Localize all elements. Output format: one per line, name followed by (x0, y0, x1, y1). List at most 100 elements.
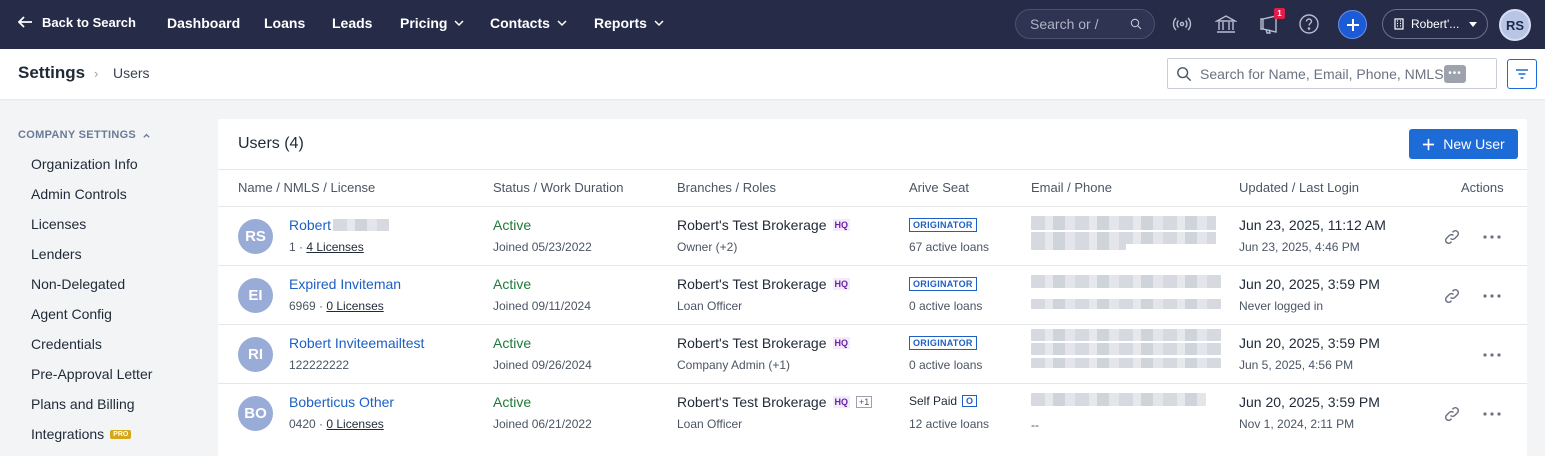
sidebar-item-plans-and-billing[interactable]: Plans and Billing (31, 396, 135, 412)
nav-reports[interactable]: Reports (594, 15, 665, 31)
nav-leads[interactable]: Leads (332, 15, 372, 31)
breadcrumb-current: Users (113, 65, 150, 81)
more-icon[interactable] (1481, 345, 1503, 365)
chevron-down-icon (557, 20, 567, 27)
active-loans: 67 active loans (909, 240, 990, 254)
page-header: Settings › Users ••• (0, 49, 1545, 99)
nav-loans[interactable]: Loans (264, 15, 305, 31)
hq-badge: HQ (832, 219, 850, 231)
seat-label: Self Paid (909, 394, 958, 408)
sidebar-section-company-settings[interactable]: COMPANY SETTINGS (18, 129, 151, 141)
hq-badge: HQ (832, 278, 850, 290)
breadcrumb-settings[interactable]: Settings (18, 63, 85, 83)
licenses-link[interactable]: 0 Licenses (326, 299, 383, 313)
column-header-seat[interactable]: Arive Seat (909, 180, 969, 195)
user-avatar[interactable]: RS (1499, 9, 1531, 41)
broadcast-icon[interactable] (1171, 13, 1193, 35)
avatar: RS (238, 219, 273, 254)
seat-text: Self Paid O (909, 394, 978, 408)
nav-dashboard[interactable]: Dashboard (167, 15, 240, 31)
column-header-actions: Actions (1461, 180, 1504, 195)
nav-label: Dashboard (167, 15, 241, 31)
licenses-link[interactable]: 4 Licenses (306, 240, 363, 254)
user-name-link[interactable]: Robert (289, 217, 390, 233)
user-name-link[interactable]: Robert Inviteemailtest (289, 335, 424, 351)
sidebar-item-licenses[interactable]: Licenses (31, 216, 86, 232)
table-row[interactable]: BO Boberticus Other 0420 · 0 Licenses Ac… (218, 383, 1527, 442)
avatar: EI (238, 278, 273, 313)
column-header-name[interactable]: Name / NMLS / License (238, 180, 375, 195)
nav-contacts[interactable]: Contacts (490, 15, 568, 31)
table-row[interactable]: EI Expired Inviteman 6969 · 0 Licenses A… (218, 265, 1527, 324)
table-row[interactable]: RS Robert 1 · 4 Licenses Active Joined 0… (218, 206, 1527, 265)
seat-badge: O (962, 395, 978, 407)
organization-name: Robert'... (1411, 17, 1460, 31)
joined-date: Joined 05/23/2022 (493, 240, 592, 254)
bank-icon[interactable] (1215, 13, 1237, 35)
column-header-branches[interactable]: Branches / Roles (677, 180, 776, 195)
search-icon (1130, 18, 1142, 30)
sidebar-item-non-delegated[interactable]: Non-Delegated (31, 276, 125, 292)
building-icon (1394, 18, 1404, 30)
filter-icon (1516, 69, 1528, 79)
sidebar-item-admin-controls[interactable]: Admin Controls (31, 186, 127, 202)
extra-branches-badge[interactable]: +1 (856, 396, 873, 408)
branch-label: Robert's Test Brokerage (677, 276, 827, 292)
sidebar-item-label: Integrations (31, 426, 105, 442)
new-user-button[interactable]: New User (1409, 129, 1518, 159)
global-search[interactable] (1015, 9, 1155, 39)
avatar: RI (238, 337, 273, 372)
link-icon[interactable] (1442, 404, 1462, 424)
back-to-search-link[interactable]: Back to Search (16, 13, 136, 31)
sidebar-item-integrations[interactable]: Integrations PRO (31, 426, 132, 442)
user-name-link[interactable]: Expired Inviteman (289, 276, 401, 292)
arrow-left-icon (17, 16, 32, 28)
column-header-email[interactable]: Email / Phone (1031, 180, 1112, 195)
redacted-phone (1031, 299, 1221, 309)
sidebar-section-label: COMPANY SETTINGS (18, 129, 137, 141)
redacted-name (333, 219, 390, 231)
sidebar-item-label: Non-Delegated (31, 276, 126, 292)
hq-badge: HQ (832, 337, 850, 349)
nav-label: Pricing (400, 15, 448, 31)
divider (218, 169, 1527, 170)
more-icon[interactable] (1481, 404, 1503, 424)
sidebar-item-pre-approval-letter[interactable]: Pre-Approval Letter (31, 366, 152, 382)
help-icon[interactable] (1298, 13, 1320, 35)
sidebar-item-label: Plans and Billing (31, 396, 135, 412)
active-loans: 0 active loans (909, 299, 983, 313)
more-icon[interactable] (1481, 286, 1503, 306)
nav-label: Loans (264, 15, 306, 31)
organization-select[interactable]: Robert'... (1382, 9, 1488, 39)
column-header-updated[interactable]: Updated / Last Login (1239, 180, 1359, 195)
create-new-button[interactable] (1338, 10, 1367, 39)
back-label: Back to Search (42, 14, 136, 30)
sidebar-item-credentials[interactable]: Credentials (31, 336, 102, 352)
licenses-link[interactable]: 0 Licenses (326, 417, 383, 431)
sidebar-item-lenders[interactable]: Lenders (31, 246, 82, 262)
plus-icon (1423, 138, 1435, 150)
sidebar-item-agent-config[interactable]: Agent Config (31, 306, 112, 322)
nmls-number: 0420 (289, 417, 316, 431)
user-name-link[interactable]: Boberticus Other (289, 394, 394, 410)
role-text: Owner (+2) (677, 240, 738, 254)
seat-badge: ORIGINATOR (909, 336, 977, 350)
user-search[interactable]: ••• (1167, 58, 1497, 89)
sidebar-item-label: Lenders (31, 246, 82, 262)
global-search-input[interactable] (1030, 16, 1130, 32)
filter-button[interactable] (1507, 59, 1537, 89)
user-search-input[interactable] (1200, 65, 1450, 82)
link-icon[interactable] (1442, 286, 1462, 306)
avatar: BO (238, 396, 273, 431)
more-icon[interactable] (1481, 227, 1503, 247)
seat-badge: ORIGINATOR (909, 277, 977, 291)
chevron-up-icon (143, 133, 150, 138)
updated-date: Jun 23, 2025, 11:12 AM (1239, 217, 1386, 233)
table-row[interactable]: RI Robert Inviteemailtest 122222222 Acti… (218, 324, 1527, 383)
chevron-down-icon (454, 20, 464, 27)
column-header-status[interactable]: Status / Work Duration (493, 180, 624, 195)
nav-pricing[interactable]: Pricing (400, 15, 465, 31)
link-icon[interactable] (1442, 227, 1462, 247)
sidebar-item-organization-info[interactable]: Organization Info (31, 156, 138, 172)
updated-date: Jun 20, 2025, 3:59 PM (1239, 394, 1380, 410)
